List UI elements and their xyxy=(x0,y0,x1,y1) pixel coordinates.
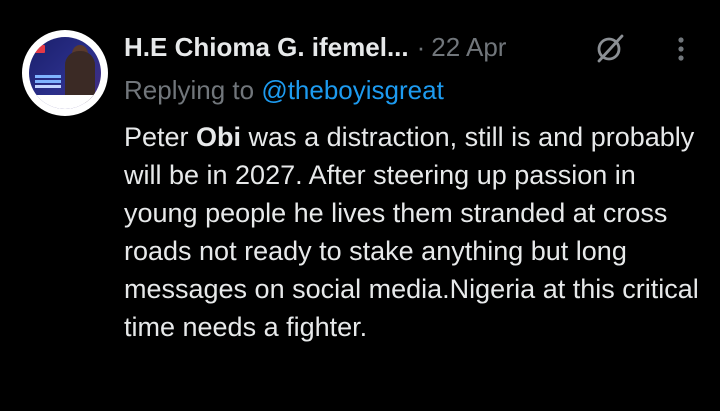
more-options-icon[interactable] xyxy=(672,34,690,64)
replying-to-label: Replying to xyxy=(124,75,255,105)
tweet-text: Peter Obi was a distraction, still is an… xyxy=(124,118,709,346)
grok-icon[interactable] xyxy=(594,32,626,64)
author-name[interactable]: H.E Chioma G. ifemel... xyxy=(124,32,409,63)
header-separator: · xyxy=(416,31,426,62)
replying-to-handle[interactable]: @theboyisgreat xyxy=(261,75,444,105)
avatar[interactable] xyxy=(22,30,108,116)
avatar-text-lines xyxy=(35,75,61,78)
tweet-text-part2: was a distraction, still is and probably… xyxy=(124,122,699,342)
avatar-band xyxy=(29,95,101,109)
tweet-header: H.E Chioma G. ifemel... · 22 Apr xyxy=(124,29,506,65)
avatar-image xyxy=(29,37,101,109)
tweet-text-part1: Peter xyxy=(124,122,197,152)
tweet-text-bold: Obi xyxy=(196,122,242,152)
avatar-badge xyxy=(35,45,45,53)
tweet[interactable]: H.E Chioma G. ifemel... · 22 Apr Replyin… xyxy=(0,0,720,411)
tweet-date[interactable]: 22 Apr xyxy=(431,32,506,63)
replying-to: Replying to @theboyisgreat xyxy=(124,75,444,106)
